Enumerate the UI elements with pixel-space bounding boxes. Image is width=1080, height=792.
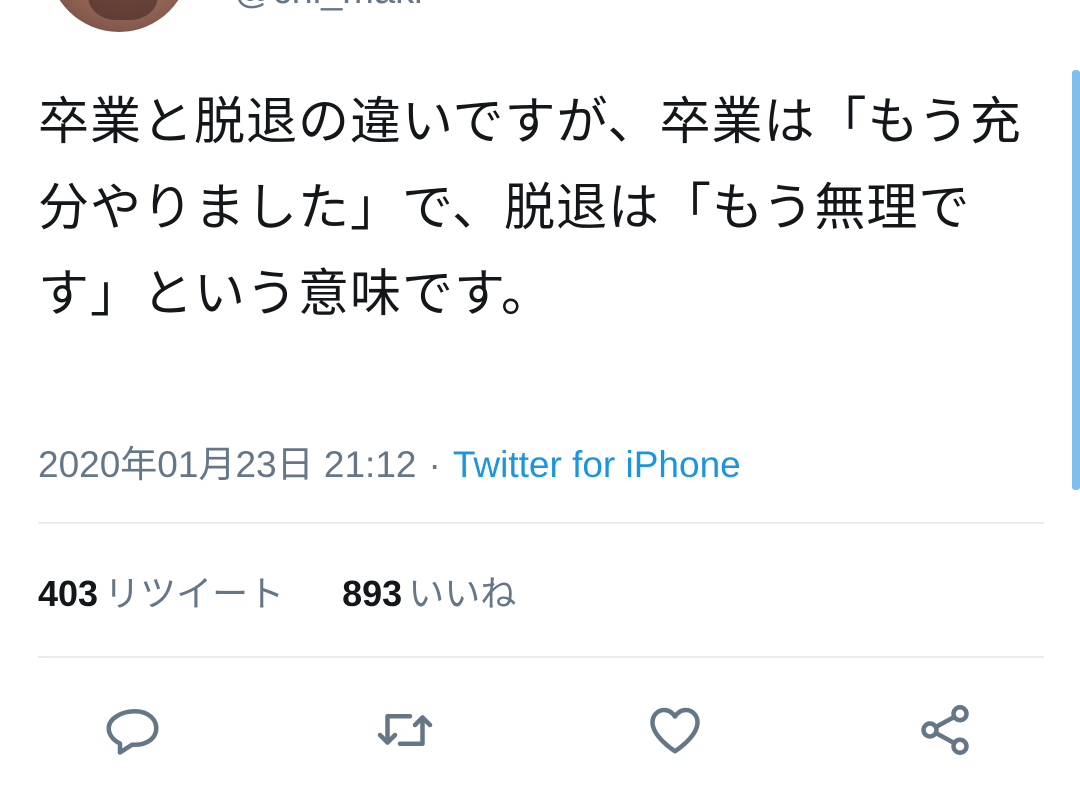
share-icon xyxy=(921,705,969,755)
retweets-count: 403 xyxy=(38,573,99,614)
retweets-stat[interactable]: 403 リツイート xyxy=(38,573,294,614)
tweet-timestamp[interactable]: 2020年01月23日 21:12 xyxy=(38,444,417,485)
tweet-text: 卒業と脱退の違いですが、卒業は「もう充分やりました」で、脱退は「もう無理です」と… xyxy=(38,93,1022,324)
retweet-button[interactable] xyxy=(370,690,440,770)
heart-icon xyxy=(650,707,700,754)
divider xyxy=(38,656,1044,658)
likes-stat[interactable]: 893 いいね xyxy=(342,573,516,614)
tweet-meta: 2020年01月23日 21:12 · Twitter for iPhone xyxy=(38,434,741,488)
like-button[interactable] xyxy=(640,690,710,770)
avatar[interactable] xyxy=(48,0,190,32)
author-handle[interactable]: @chi_maki xyxy=(234,0,423,13)
reply-button[interactable] xyxy=(100,690,170,770)
reply-icon xyxy=(106,709,159,755)
likes-label: いいね xyxy=(408,573,517,614)
divider xyxy=(38,522,1044,524)
retweet-icon xyxy=(377,714,433,746)
tweet-source-link[interactable]: Twitter for iPhone xyxy=(453,444,741,485)
retweets-label: リツイート xyxy=(104,573,285,614)
meta-separator: · xyxy=(428,444,441,485)
action-bar xyxy=(0,690,1080,770)
share-button[interactable] xyxy=(910,690,980,770)
scrollbar[interactable] xyxy=(1072,70,1080,490)
tweet-stats: 403 リツイート 893 いいね xyxy=(38,565,516,617)
likes-count: 893 xyxy=(342,573,403,614)
